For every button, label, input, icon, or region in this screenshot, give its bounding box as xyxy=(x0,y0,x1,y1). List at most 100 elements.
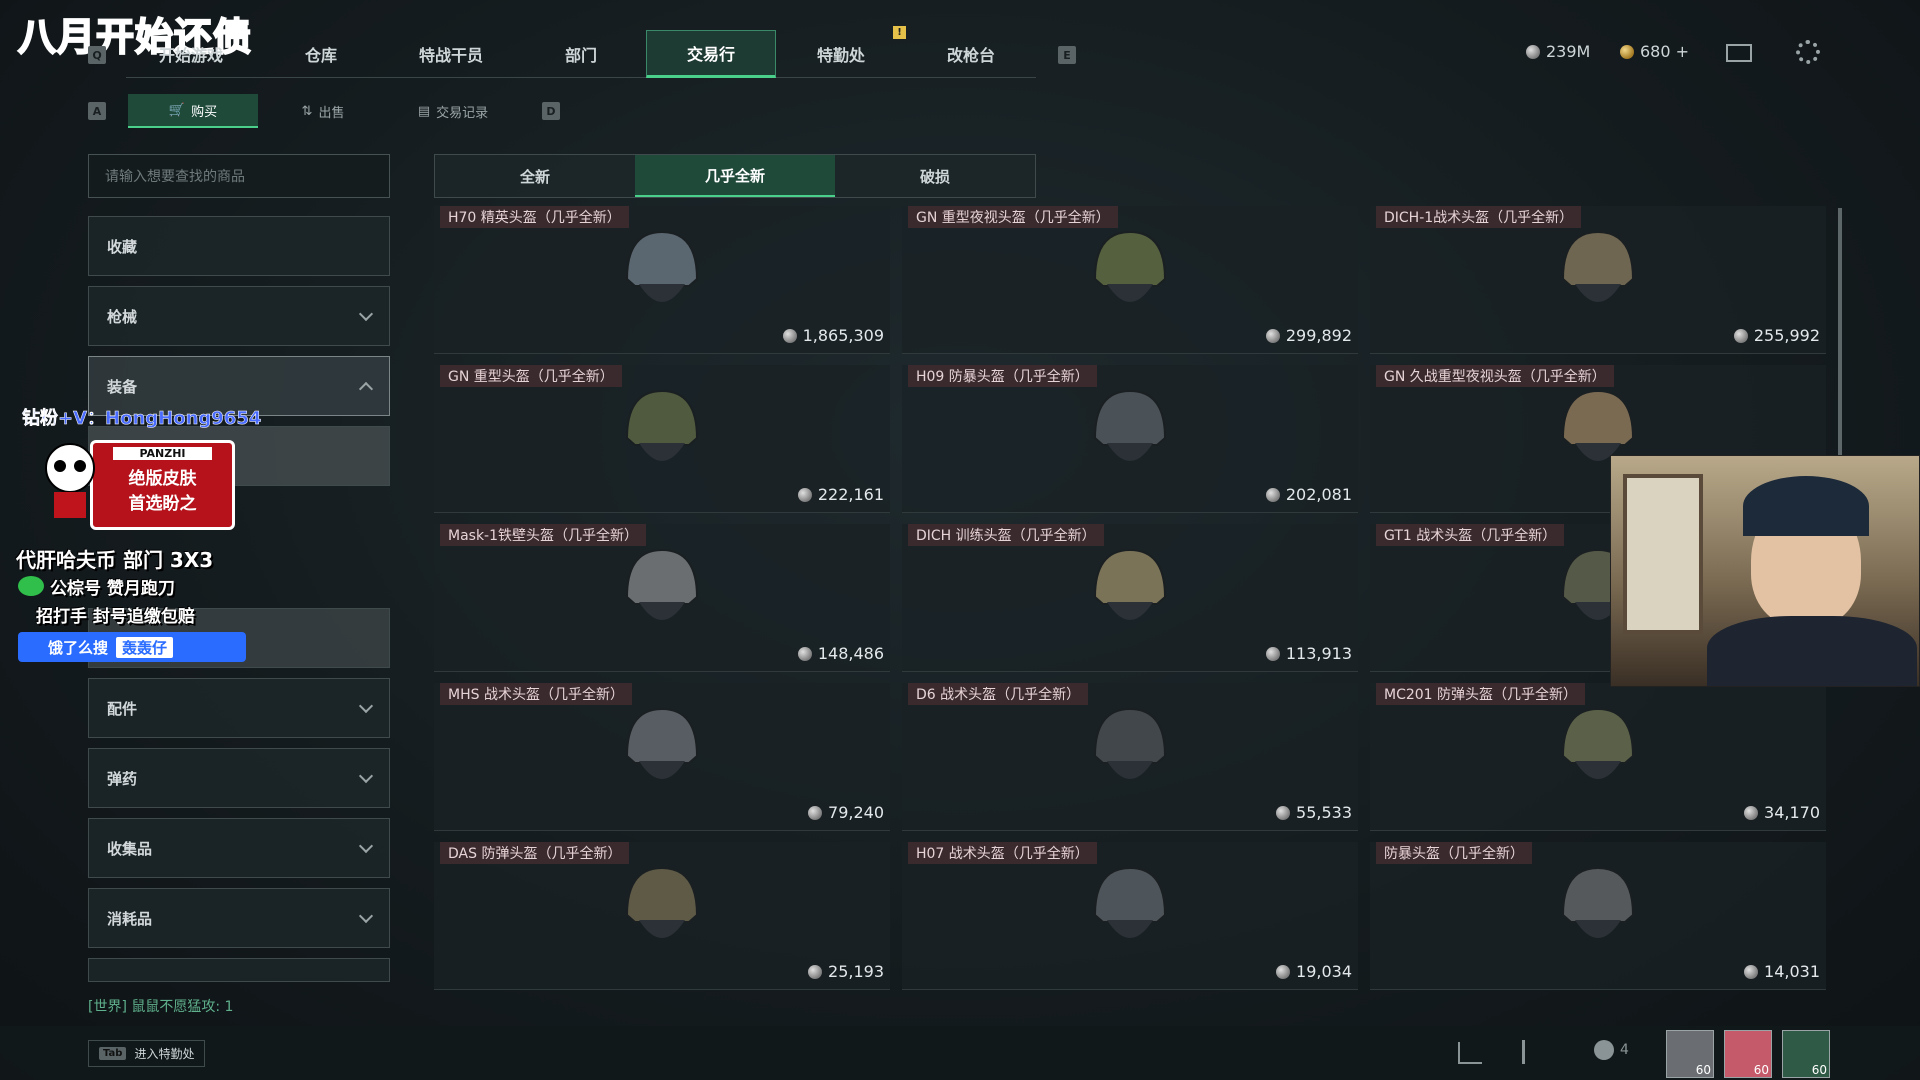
chevron-down-icon xyxy=(358,838,374,854)
item-card[interactable]: H09 防暴头盔（几乎全新） 202,081 xyxy=(902,365,1358,513)
tab-operators[interactable]: 特战干员 xyxy=(386,30,516,78)
tab-trade-history[interactable]: ▤ 交易记录 xyxy=(388,94,518,128)
enter-special-service-button[interactable]: Tab 进入特勤处 xyxy=(88,1040,206,1067)
category-consumables[interactable]: 消耗品 xyxy=(88,888,390,948)
tab-trading[interactable]: 交易行 xyxy=(646,30,776,78)
helmet-icon xyxy=(1093,866,1167,938)
category-label: 收集品 xyxy=(107,839,153,858)
helmet-icon xyxy=(625,548,699,620)
helmet-icon xyxy=(1093,389,1167,461)
mail-icon[interactable] xyxy=(1726,44,1752,62)
item-name: D6 战术头盔（几乎全新） xyxy=(908,683,1089,705)
tab-sell-label: 出售 xyxy=(318,105,345,121)
helmet-icon xyxy=(625,866,699,938)
helmet-icon xyxy=(1561,230,1635,302)
chevron-up-icon xyxy=(358,381,374,397)
item-name: 防暴头盔（几乎全新） xyxy=(1376,842,1532,864)
tab-key-hint: Tab xyxy=(99,1047,127,1060)
gold-currency[interactable]: 680 + xyxy=(1620,42,1689,61)
team-avatar-3[interactable]: 60 xyxy=(1782,1030,1830,1078)
item-card[interactable]: MC201 防弹头盔（几乎全新） 34,170 xyxy=(1370,683,1826,831)
item-price: 113,913 xyxy=(1265,644,1352,663)
tab-warehouse[interactable]: 仓库 xyxy=(256,30,386,78)
item-price-value: 148,486 xyxy=(817,644,884,663)
item-name: GT1 战术头盔（几乎全新） xyxy=(1376,524,1565,546)
tab-brand-new[interactable]: 全新 xyxy=(435,155,635,197)
silver-coin-icon xyxy=(808,964,823,979)
tab-almost-new[interactable]: 几乎全新 xyxy=(635,155,835,197)
quality-tabs: 全新 几乎全新 破损 xyxy=(434,154,1036,198)
friends-count: 4 xyxy=(1620,1042,1629,1058)
chevron-down-icon xyxy=(358,768,374,784)
team-avatar-2[interactable]: 60 xyxy=(1724,1030,1772,1078)
friends-button[interactable]: 4 xyxy=(1594,1040,1629,1060)
helmet-icon xyxy=(1093,707,1167,779)
tab-department[interactable]: 部门 xyxy=(516,30,646,78)
item-name: MHS 战术头盔（几乎全新） xyxy=(440,683,632,705)
tab-start-game[interactable]: 开始游戏 xyxy=(126,30,256,78)
tab-buy[interactable]: 🛒 购买 xyxy=(128,94,258,128)
promo-line-2: 公棕号 赞月跑刀 xyxy=(50,579,175,599)
item-price: 14,031 xyxy=(1744,962,1820,981)
category-attachments[interactable]: 配件 xyxy=(88,678,390,738)
helmet-icon xyxy=(1093,548,1167,620)
item-card[interactable]: DAS 防弹头盔（几乎全新） 25,193 xyxy=(434,842,890,990)
tab-special-service[interactable]: 特勤处 xyxy=(776,30,906,78)
chevron-down-icon xyxy=(358,908,374,924)
category-label: 弹药 xyxy=(107,769,138,788)
bottom-bar xyxy=(0,1026,1920,1080)
item-card[interactable]: 防暴头盔（几乎全新） 14,031 xyxy=(1370,842,1826,990)
item-card[interactable]: DICH 训练头盔（几乎全新） 113,913 xyxy=(902,524,1358,672)
sell-icon: ⇅ xyxy=(301,103,313,119)
silver-coin-icon xyxy=(1265,646,1280,661)
chevron-down-icon xyxy=(358,306,374,322)
category-favorites[interactable]: 收藏 xyxy=(88,216,390,276)
silver-coin-icon xyxy=(797,487,812,502)
category-collectibles[interactable]: 收集品 xyxy=(88,818,390,878)
badge-line2: 首选盼之 xyxy=(128,494,197,514)
team-avatar-1[interactable]: 60 xyxy=(1666,1030,1714,1078)
category-label: 配件 xyxy=(107,699,138,718)
item-card[interactable]: Mask-1铁壁头盔（几乎全新） 148,486 xyxy=(434,524,890,672)
item-name: H07 战术头盔（几乎全新） xyxy=(908,842,1097,864)
item-card[interactable]: D6 战术头盔（几乎全新） 55,533 xyxy=(902,683,1358,831)
subnav-left-key-hint: A xyxy=(88,102,106,120)
item-price-value: 299,892 xyxy=(1285,326,1352,345)
helmet-icon xyxy=(1093,230,1167,302)
silver-coin-icon xyxy=(1265,487,1280,502)
gear-icon[interactable] xyxy=(1796,40,1820,64)
item-price: 79,240 xyxy=(808,803,884,822)
tab-gunsmith[interactable]: 改枪台 xyxy=(906,30,1036,78)
item-card[interactable]: MHS 战术头盔（几乎全新） 79,240 xyxy=(434,683,890,831)
nav-right-key-hint: E xyxy=(1058,46,1076,64)
flag-icon[interactable] xyxy=(1522,1040,1544,1064)
item-price-value: 34,170 xyxy=(1764,803,1820,822)
friends-icon xyxy=(1594,1040,1614,1060)
tab-history-label: 交易记录 xyxy=(436,105,489,121)
badge-brand: PANZHI xyxy=(113,447,212,460)
category-firearms[interactable]: 枪械 xyxy=(88,286,390,346)
silver-coin-icon xyxy=(1276,964,1291,979)
item-card[interactable]: GN 重型夜视头盔（几乎全新） 299,892 xyxy=(902,206,1358,354)
helmet-icon xyxy=(1561,866,1635,938)
category-partial[interactable] xyxy=(88,958,390,982)
item-card[interactable]: H70 精英头盔（几乎全新） 1,865,309 xyxy=(434,206,890,354)
promo-line-1: 代肝哈夫币 部门 3X3 xyxy=(16,548,214,572)
helmet-icon xyxy=(625,707,699,779)
tab-sell[interactable]: ⇅ 出售 xyxy=(258,94,388,128)
silver-coin-icon xyxy=(1733,328,1748,343)
tab-damaged[interactable]: 破损 xyxy=(835,155,1035,197)
item-card[interactable]: GN 重型头盔（几乎全新） 222,161 xyxy=(434,365,890,513)
item-price-value: 1,865,309 xyxy=(802,326,884,345)
item-search-input[interactable]: 请输入想要查找的商品 xyxy=(88,154,390,198)
item-price: 34,170 xyxy=(1744,803,1820,822)
item-price-value: 255,992 xyxy=(1753,326,1820,345)
helmet-icon xyxy=(1561,707,1635,779)
category-label: 枪械 xyxy=(107,307,138,326)
chevron-down-icon xyxy=(358,698,374,714)
search-overlay-label: 饿了么搜 xyxy=(48,638,109,657)
item-card[interactable]: DICH-1战术头盔（几乎全新） 255,992 xyxy=(1370,206,1826,354)
item-card[interactable]: H07 战术头盔（几乎全新） 19,034 xyxy=(902,842,1358,990)
category-ammo[interactable]: 弹药 xyxy=(88,748,390,808)
stats-icon[interactable] xyxy=(1458,1042,1482,1064)
